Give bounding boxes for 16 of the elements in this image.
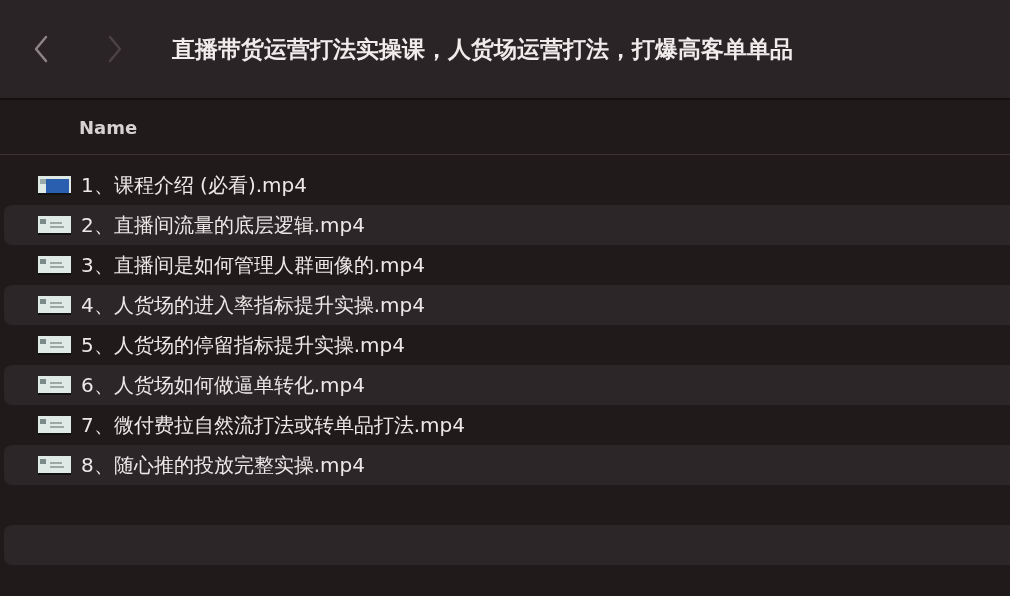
chevron-left-icon xyxy=(33,35,49,63)
video-thumbnail-icon xyxy=(38,255,71,275)
window-title: 直播带货运营打法实操课，人货场运营打法，打爆高客单单品 xyxy=(172,34,793,64)
video-thumbnail-icon xyxy=(38,455,71,475)
video-thumbnail-icon xyxy=(38,375,71,395)
video-thumbnail-icon xyxy=(38,215,71,235)
column-header[interactable]: Name xyxy=(79,113,138,141)
file-name[interactable]: 7、微付费拉自然流打法或转单品打法.mp4 xyxy=(81,410,465,440)
video-thumbnail-icon xyxy=(38,335,71,355)
chevron-right-icon xyxy=(107,35,123,63)
file-name[interactable]: 3、直播间是如何管理人群画像的.mp4 xyxy=(81,250,425,280)
file-name[interactable]: 1、课程介绍 (必看).mp4 xyxy=(81,170,307,200)
file-name[interactable]: 5、人货场的停留指标提升实操.mp4 xyxy=(81,330,405,360)
video-thumbnail-icon xyxy=(38,415,71,435)
video-thumbnail-icon xyxy=(38,175,71,195)
video-thumbnail-icon xyxy=(38,295,71,315)
